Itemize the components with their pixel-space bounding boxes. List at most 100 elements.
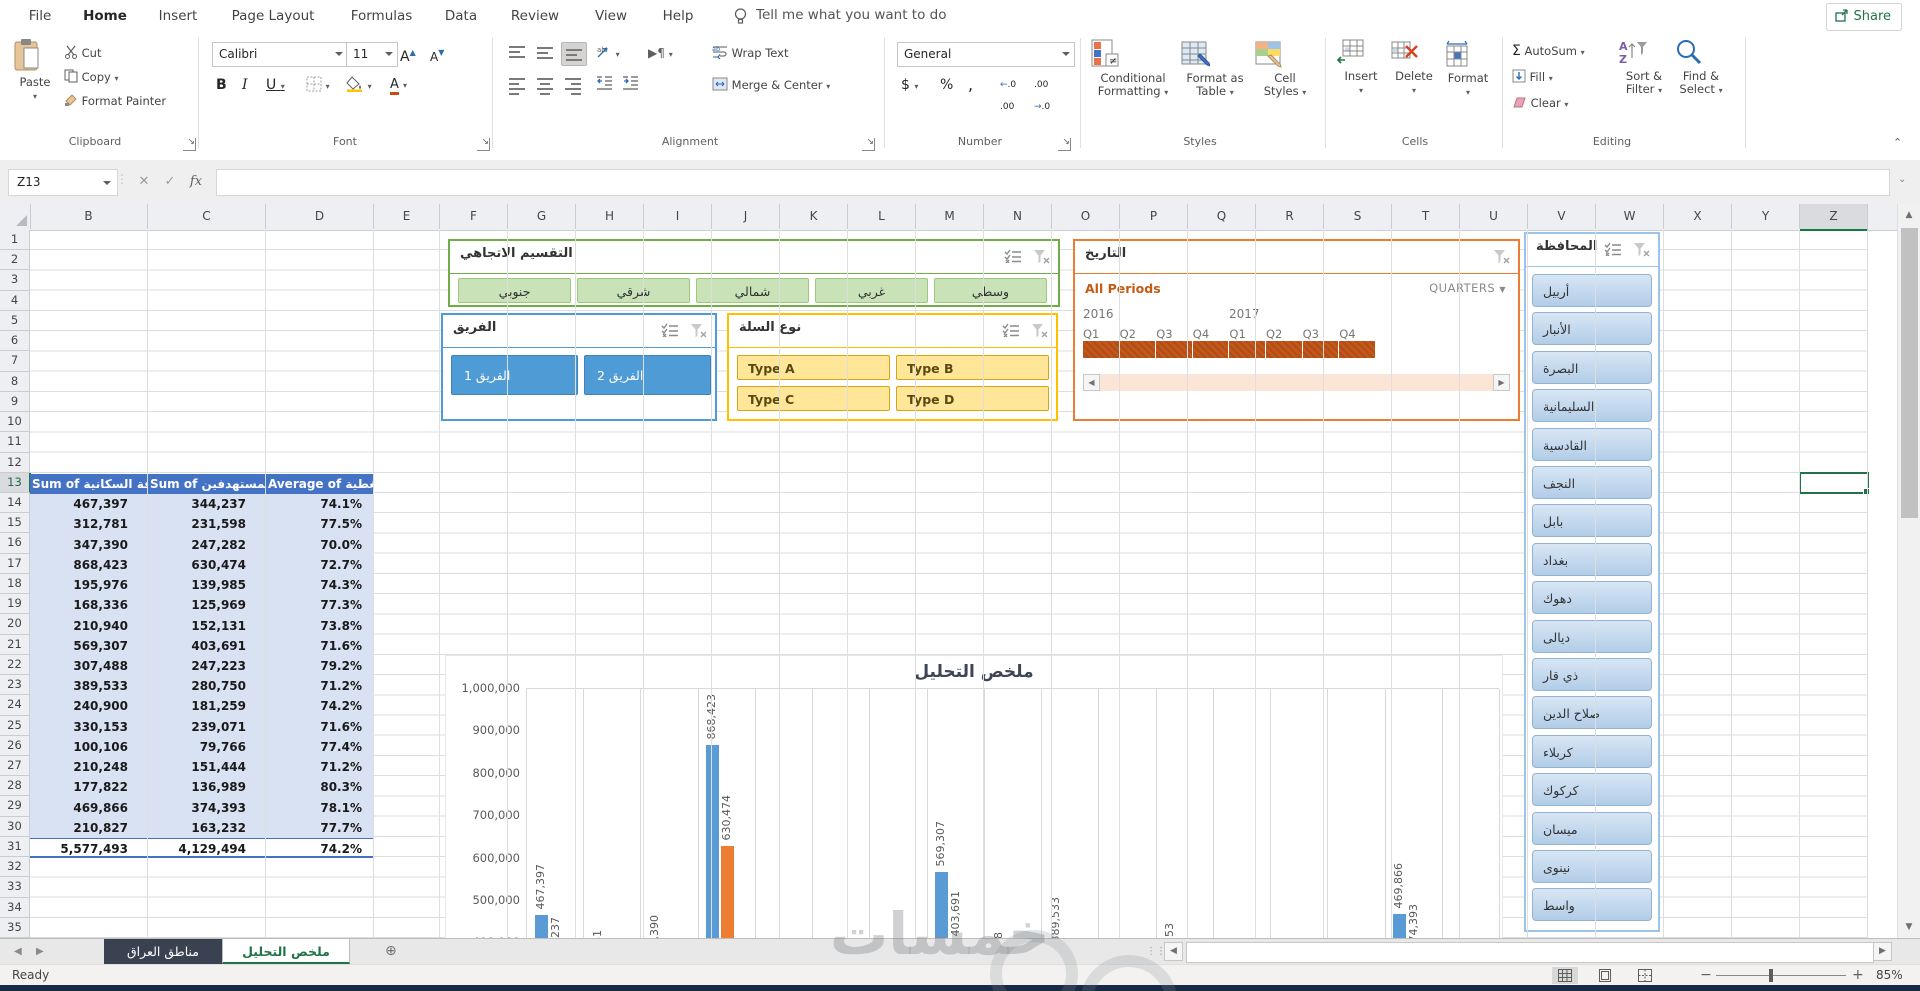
scroll-down-button[interactable]: ▼: [1900, 918, 1918, 936]
column-header-E[interactable]: E: [374, 204, 440, 229]
select-all-corner[interactable]: [0, 204, 31, 229]
timeline-scrollbar[interactable]: ◀ ▶: [1083, 374, 1510, 391]
conditional-formatting-button[interactable]: ≠ Conditional Formatting ▾: [1090, 36, 1176, 99]
currency-button[interactable]: $ ▾: [901, 74, 918, 96]
slicer-button-بابل[interactable]: بابل: [1532, 504, 1652, 538]
enter-button[interactable]: ✓: [158, 169, 182, 194]
slicer-button-السليمانية[interactable]: السليمانية: [1532, 389, 1652, 423]
row-header-24[interactable]: 24: [0, 695, 30, 716]
column-header-F[interactable]: F: [440, 204, 508, 229]
clear-filter-icon[interactable]: [1030, 323, 1048, 338]
slicer-button-القادسية[interactable]: القادسية: [1532, 427, 1652, 461]
slicer-button-دهوك[interactable]: دهوك: [1532, 581, 1652, 615]
align-bottom-icon[interactable]: [561, 42, 587, 66]
slicer-button-واسط[interactable]: واسط: [1532, 888, 1652, 922]
slicer-button-الأنبار[interactable]: الأنبار: [1532, 312, 1652, 346]
vertical-scroll-thumb[interactable]: [1901, 228, 1918, 518]
slicer-button-Type C[interactable]: Type C: [737, 386, 890, 411]
bar-population-بغداد[interactable]: [935, 871, 949, 938]
grow-font-button[interactable]: A▲: [400, 42, 416, 65]
italic-button[interactable]: I: [242, 74, 248, 96]
slicer-button-كركوك[interactable]: كركوك: [1532, 773, 1652, 807]
wrap-text-button[interactable]: ab Wrap Text: [712, 42, 789, 64]
slicer-button-أربيل[interactable]: أربيل: [1532, 274, 1652, 307]
hscroll-right-button[interactable]: ▶: [1873, 942, 1892, 961]
bar-population-أربيل[interactable]: [534, 914, 548, 938]
page-break-view-button[interactable]: [1632, 967, 1658, 984]
percent-button[interactable]: %: [940, 74, 953, 96]
timeline-selected-segment[interactable]: [1119, 341, 1156, 358]
timeline-selected-segment[interactable]: [1229, 341, 1265, 358]
row-header-22[interactable]: 22: [0, 654, 30, 676]
bar-population-السليمانية[interactable]: [706, 744, 720, 938]
slicer-button-ذي قار[interactable]: ذي قار: [1532, 658, 1652, 691]
align-left-icon[interactable]: [505, 74, 529, 96]
row-header-1[interactable]: 1: [0, 230, 30, 251]
slicer-basket[interactable]: نوع السلة Type A Type B Type C Type D: [727, 313, 1058, 421]
merge-center-button[interactable]: Merge & Center ▾: [712, 74, 830, 96]
row-header-27[interactable]: 27: [0, 755, 30, 777]
column-header-G[interactable]: G: [508, 204, 576, 229]
font-family-combo[interactable]: Calibri: [212, 42, 348, 67]
delete-cells-button[interactable]: Delete ▾: [1390, 36, 1438, 97]
align-right-icon[interactable]: [561, 74, 585, 96]
slicer-button-الفريق 2[interactable]: الفريق 2: [584, 355, 711, 395]
number-format-combo[interactable]: General: [897, 42, 1075, 67]
cut-button[interactable]: Cut: [64, 42, 101, 64]
align-middle-icon[interactable]: [533, 42, 557, 64]
slicer-button-نينوى[interactable]: نينوى: [1532, 850, 1652, 883]
timeline-selected-segment[interactable]: [1339, 341, 1375, 358]
slicer-button-البصرة[interactable]: البصرة: [1532, 350, 1652, 384]
row-header-18[interactable]: 18: [0, 573, 30, 595]
timeline-date[interactable]: التاريخ All Periods QUARTERS ▼ 2016 2017 Q1 Q2…: [1073, 239, 1520, 421]
slicer-button-Type A[interactable]: Type A: [737, 355, 890, 380]
multi-select-icon[interactable]: [1004, 249, 1022, 264]
row-header-14[interactable]: 14: [0, 492, 30, 514]
increase-indent-button[interactable]: [622, 74, 639, 96]
column-header-J[interactable]: J: [712, 204, 780, 229]
bar-targeted-السليمانية[interactable]: [721, 845, 735, 938]
timeline-selected-segment[interactable]: [1192, 341, 1229, 358]
ribbon-tab-home[interactable]: Home: [70, 0, 140, 35]
expand-formula-bar-button[interactable]: ⌄: [1898, 174, 1906, 185]
clear-filter-icon[interactable]: [689, 323, 707, 338]
slicer-team[interactable]: الفريق الفريق 1 الفريق 2: [441, 313, 717, 421]
find-select-button[interactable]: Find & Select ▾: [1674, 36, 1728, 97]
bold-button[interactable]: B: [216, 74, 227, 96]
row-header-9[interactable]: 9: [0, 391, 30, 413]
slicer-button-وسطي[interactable]: وسطي: [934, 278, 1047, 303]
ribbon-tab-page-layout[interactable]: Page Layout: [215, 0, 331, 32]
row-header-6[interactable]: 6: [0, 331, 30, 352]
row-header-11[interactable]: 11: [0, 432, 30, 453]
column-header-R[interactable]: R: [1256, 204, 1324, 229]
worksheet[interactable]: BCDEFGHIJKLMNOPQRSTUVWXYZ 1 2 3 4 5 6 7 8 9 10 11 1…: [0, 204, 1897, 938]
clipboard-dialog-launcher[interactable]: ↘: [183, 138, 196, 151]
analysis-chart[interactable]: ملخص التحليل 467,397344,23774.1%312,7812…: [445, 655, 1503, 938]
bar-population-نينوى[interactable]: [1393, 913, 1407, 938]
normal-view-button[interactable]: [1552, 967, 1578, 984]
row-header-5[interactable]: 5: [0, 310, 30, 332]
number-dialog-launcher[interactable]: ↘: [1058, 138, 1071, 151]
slicer-button-بغداد[interactable]: بغداد: [1532, 542, 1652, 576]
slicer-button-غربي[interactable]: غربي: [815, 278, 928, 303]
zoom-out-button[interactable]: −: [1700, 967, 1712, 983]
insert-function-button[interactable]: fx: [184, 169, 208, 194]
column-header-L[interactable]: L: [848, 204, 916, 229]
row-header-8[interactable]: 8: [0, 371, 30, 392]
cell-styles-button[interactable]: Cell Styles ▾: [1254, 36, 1316, 99]
row-header-30[interactable]: 30: [0, 816, 30, 837]
slicer-button-Type D[interactable]: Type D: [896, 386, 1049, 411]
ribbon-tab-view[interactable]: View: [578, 0, 644, 32]
ribbon-tab-file[interactable]: File: [16, 0, 64, 32]
slicer-button-شرقي[interactable]: شرقي: [577, 278, 690, 303]
selected-cell-Z13[interactable]: [1799, 471, 1870, 496]
ribbon-tab-help[interactable]: Help: [648, 0, 708, 32]
row-header-21[interactable]: 21: [0, 634, 30, 655]
ribbon-tab-formulas[interactable]: Formulas: [335, 0, 428, 32]
column-header-O[interactable]: O: [1052, 204, 1120, 229]
copy-button[interactable]: Copy ▾: [64, 66, 119, 88]
multi-select-icon[interactable]: [661, 323, 679, 338]
vertical-scrollbar[interactable]: ▲ ▼: [1897, 204, 1920, 938]
column-header-I[interactable]: I: [644, 204, 712, 229]
row-header-3[interactable]: 3: [0, 270, 30, 291]
